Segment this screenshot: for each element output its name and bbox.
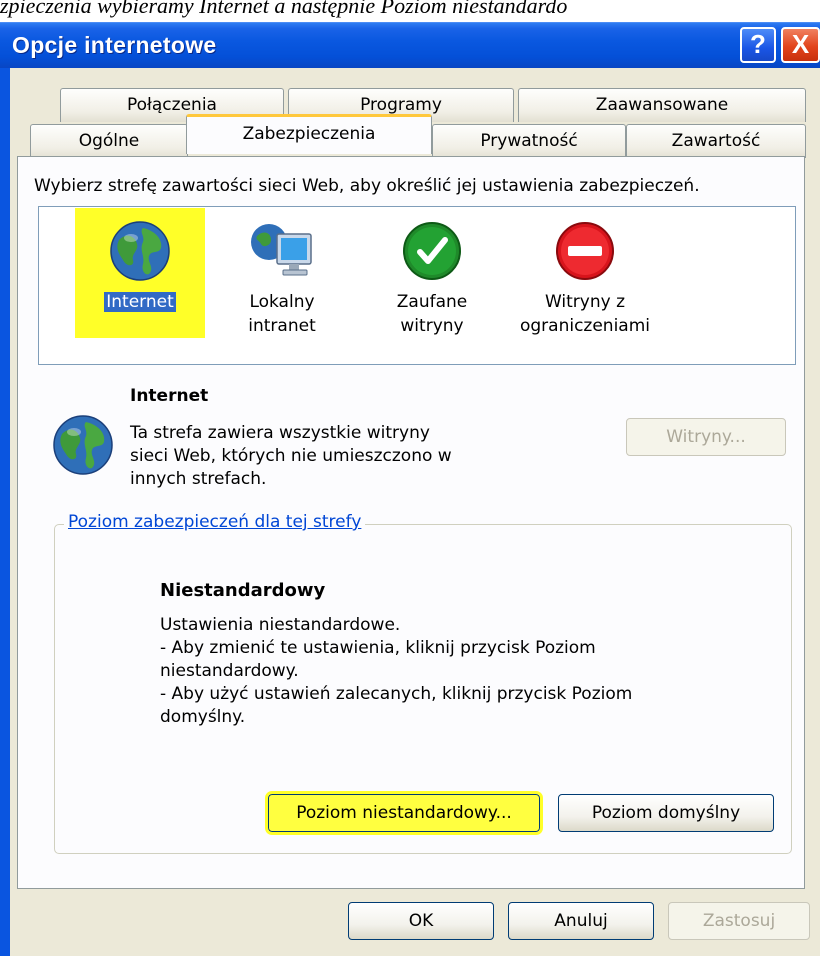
- zone-info-description: Ta strefa zawiera wszystkie witryny siec…: [130, 423, 452, 489]
- level-line: domyślny.: [160, 707, 246, 727]
- zone-label-internet: Internet: [104, 292, 176, 312]
- custom-level-button[interactable]: Poziom niestandardowy...: [265, 791, 543, 835]
- zone-restricted-sites[interactable]: Witryny z ograniczeniami: [506, 220, 664, 338]
- security-level-description: Ustawienia niestandardowe. - Aby zmienić…: [160, 614, 632, 729]
- zone-local-intranet[interactable]: Lokalny intranet: [222, 220, 342, 338]
- globe-icon: [110, 221, 170, 281]
- level-line: - Aby użyć ustawień zalecanych, kliknij …: [160, 684, 633, 704]
- close-button[interactable]: X: [781, 27, 820, 63]
- zone-trusted-sites[interactable]: Zaufane witryny: [372, 220, 492, 338]
- level-line: Ustawienia niestandardowe.: [160, 615, 401, 635]
- sites-button[interactable]: Witryny...: [626, 418, 786, 456]
- zone-label-restricted-sites: Witryny z ograniczeniami: [519, 292, 651, 336]
- security-level-name: Niestandardowy: [160, 580, 326, 601]
- default-level-button[interactable]: Poziom domyślny: [558, 794, 774, 832]
- zone-instruction: Wybierz strefę zawartości sieci Web, aby…: [34, 176, 700, 196]
- title-bar[interactable]: Opcje internetowe ? X: [0, 22, 820, 68]
- zone-info-title: Internet: [130, 386, 209, 406]
- cancel-button[interactable]: Anuluj: [508, 902, 654, 940]
- caption-fragment: zpieczenia wybieramy Internet a następni…: [0, 0, 820, 18]
- tab-ogolne[interactable]: Ogólne: [30, 124, 188, 158]
- window-title: Opcje internetowe: [12, 32, 217, 58]
- tab-prywatnosc[interactable]: Prywatność: [432, 124, 626, 158]
- zone-label-trusted-sites: Zaufane witryny: [396, 292, 468, 336]
- zone-internet[interactable]: Internet: [80, 220, 200, 314]
- local-intranet-icon: [251, 224, 312, 276]
- tab-zawartosc[interactable]: Zawartość: [626, 124, 806, 158]
- level-line: niestandardowy.: [160, 661, 299, 681]
- globe-icon: [53, 415, 113, 475]
- tab-zaawansowane[interactable]: Zaawansowane: [518, 88, 806, 122]
- tab-zabezpieczenia[interactable]: Zabezpieczenia: [186, 114, 432, 154]
- apply-button[interactable]: Zastosuj: [668, 902, 810, 940]
- ok-button[interactable]: OK: [348, 902, 494, 940]
- help-button[interactable]: ?: [740, 27, 776, 63]
- restricted-icon: [556, 222, 614, 280]
- zone-label-local-intranet: Lokalny intranet: [248, 292, 316, 336]
- security-level-group-title: Poziom zabezpieczeń dla tej strefy: [64, 512, 366, 532]
- trusted-check-icon: [403, 222, 461, 280]
- level-line: - Aby zmienić te ustawienia, kliknij prz…: [160, 638, 596, 658]
